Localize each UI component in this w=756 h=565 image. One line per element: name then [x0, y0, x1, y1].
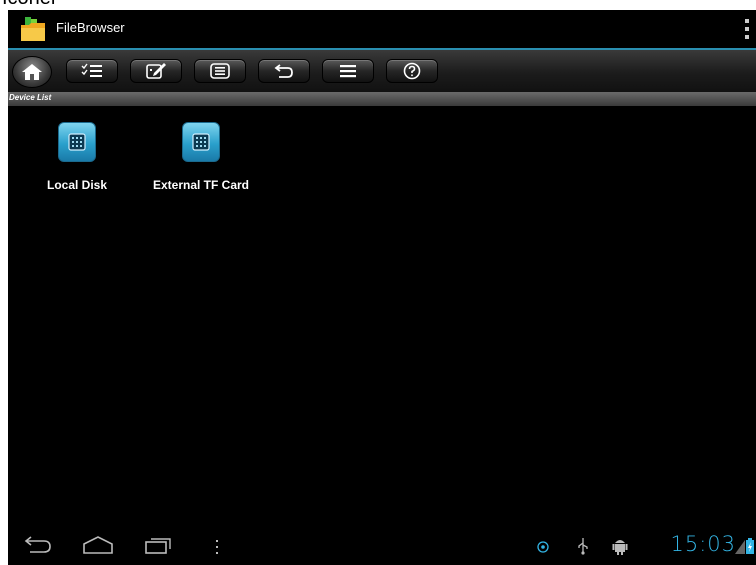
menu-icon: [340, 65, 356, 78]
edit-icon: [146, 63, 166, 79]
caption-text: Iconer: [2, 0, 58, 8]
system-bar: 15:03: [8, 527, 756, 565]
signal-icon: [735, 539, 745, 558]
status-clock: 15:03: [670, 532, 736, 556]
sd-card-icon: [182, 122, 220, 162]
list-view-button[interactable]: [194, 59, 246, 83]
nav-menu-button[interactable]: [214, 539, 220, 558]
back-button[interactable]: [258, 59, 310, 83]
toolbar: [8, 50, 756, 92]
nav-back-button[interactable]: [24, 535, 52, 559]
device-item-local-disk[interactable]: Local Disk: [22, 122, 132, 192]
nav-home-button[interactable]: [82, 535, 114, 559]
usb-icon[interactable]: [576, 537, 590, 559]
section-title: Device List: [9, 93, 52, 102]
select-button[interactable]: [66, 59, 118, 83]
android-debug-icon[interactable]: [612, 537, 628, 559]
sd-card-icon: [58, 122, 96, 162]
help-button[interactable]: [386, 59, 438, 83]
battery-icon: [746, 538, 754, 558]
sync-icon[interactable]: [536, 539, 550, 558]
undo-icon: [274, 64, 293, 78]
device-item-external-tf-card[interactable]: External TF Card: [146, 122, 256, 192]
overflow-dots-icon: [216, 540, 218, 554]
overflow-menu-icon[interactable]: [744, 19, 750, 39]
device-label: External TF Card: [152, 178, 250, 192]
edit-button[interactable]: [130, 59, 182, 83]
list-view-icon: [210, 63, 230, 79]
recent-apps-icon: [145, 538, 171, 554]
action-bar: FileBrowser: [8, 10, 756, 50]
home-icon: [22, 64, 42, 80]
home-button[interactable]: [12, 56, 52, 88]
cropped-caption: Iconer: [0, 0, 756, 10]
nav-recent-apps-button[interactable]: [144, 535, 174, 559]
folder-app-icon[interactable]: [20, 16, 46, 42]
section-header: Device List: [8, 92, 756, 106]
checklist-icon: [81, 63, 102, 77]
device-label: Local Disk: [46, 178, 108, 192]
app-title: FileBrowser: [56, 20, 125, 35]
back-arrow-icon: [24, 536, 51, 553]
home-outline-icon: [83, 536, 113, 554]
menu-button[interactable]: [322, 59, 374, 83]
help-icon: [403, 62, 421, 80]
tablet-screen: FileBrowser Device List Local Disk Exter…: [8, 10, 756, 565]
